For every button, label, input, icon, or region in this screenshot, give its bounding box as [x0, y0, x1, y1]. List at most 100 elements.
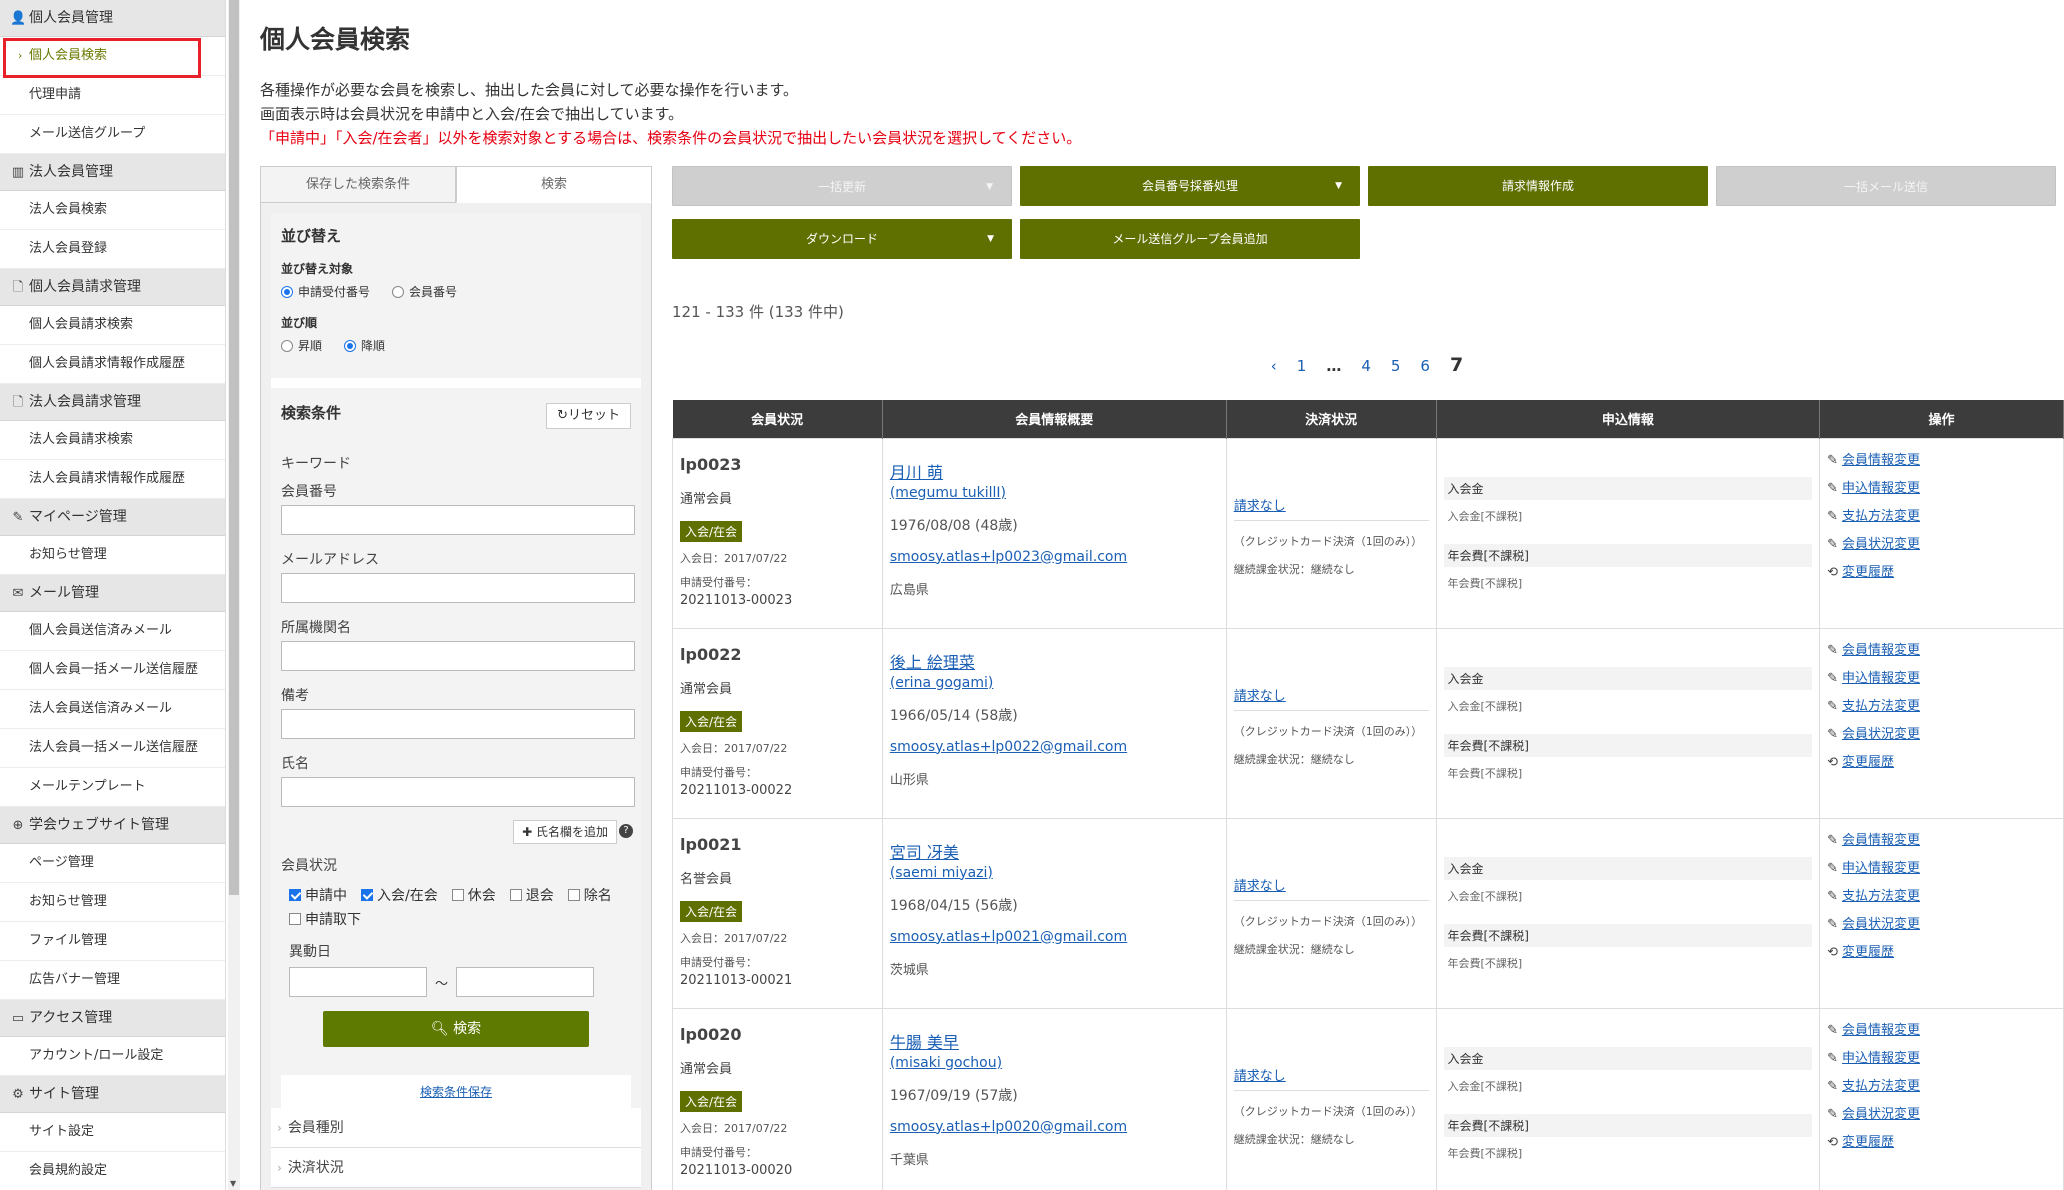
- checkbox-box[interactable]: [289, 913, 301, 925]
- member-status-checkbox[interactable]: 除名: [567, 885, 612, 905]
- sidebar-item[interactable]: メールテンプレート: [0, 768, 225, 807]
- create-invoice-button[interactable]: 請求情報作成: [1368, 166, 1708, 206]
- sidebar-section[interactable]: 👤 個人会員管理: [0, 0, 225, 37]
- member-status-checkbox[interactable]: 休会: [451, 885, 496, 905]
- operation-link[interactable]: ✎ 申込情報変更: [1827, 477, 2056, 496]
- sort-order-asc-radio[interactable]: 昇順: [281, 337, 322, 354]
- pager-page-link[interactable]: 5: [1391, 357, 1401, 375]
- sidebar-section[interactable]: ▥ 法人会員管理: [0, 154, 225, 191]
- member-status-checkbox[interactable]: 申請中: [289, 885, 347, 905]
- sidebar-item[interactable]: 個人会員送信済みメール: [0, 612, 225, 651]
- sidebar-item[interactable]: 法人会員一括メール送信履歴: [0, 729, 225, 768]
- sidebar-section[interactable]: ⊕ 学会ウェブサイト管理: [0, 807, 225, 844]
- change-date-from-input[interactable]: [289, 967, 427, 997]
- member-status-checkbox[interactable]: 申請取下: [289, 909, 361, 929]
- operation-link[interactable]: ✎ 会員状況変更: [1827, 723, 2056, 742]
- sort-target-receipt-no-radio[interactable]: 申請受付番号: [281, 283, 370, 300]
- sidebar-section[interactable]: ▭ アクセス管理: [0, 1000, 225, 1037]
- sidebar-item[interactable]: 法人会員登録: [0, 230, 225, 269]
- add-mail-group-member-button[interactable]: メール送信グループ会員追加: [1020, 219, 1360, 259]
- tab-saved-conditions[interactable]: 保存した検索条件: [260, 166, 456, 203]
- member-status-checkbox[interactable]: 退会: [509, 885, 554, 905]
- sort-order-desc-radio[interactable]: 降順: [344, 337, 385, 354]
- pager-prev-icon[interactable]: ‹: [1271, 357, 1277, 375]
- invoice-link[interactable]: 請求なし: [1234, 495, 1429, 514]
- sidebar-item[interactable]: 代理申請: [0, 76, 225, 115]
- member-status-checkbox[interactable]: 入会/在会: [361, 885, 438, 905]
- sidebar-section[interactable]: ⚙ サイト管理: [0, 1076, 225, 1113]
- member-name-romaji-link[interactable]: (megumu tukillI): [890, 485, 1219, 501]
- operation-link[interactable]: ✎ 会員状況変更: [1827, 1103, 2056, 1122]
- member-name-link[interactable]: 月川 萌: [890, 459, 1219, 483]
- scroll-down-arrow-icon[interactable]: ▼: [230, 1179, 236, 1188]
- member-email-link[interactable]: smoosy.atlas+lp0022@gmail.com: [890, 739, 1219, 755]
- operation-link[interactable]: ✎ 支払方法変更: [1827, 695, 2056, 714]
- name-input[interactable]: [281, 777, 635, 807]
- invoice-link[interactable]: 請求なし: [1234, 875, 1429, 894]
- sidebar-item[interactable]: 会員規約設定: [0, 1152, 225, 1190]
- sidebar-item[interactable]: › 個人会員検索: [0, 37, 225, 76]
- member-email-link[interactable]: smoosy.atlas+lp0023@gmail.com: [890, 549, 1219, 565]
- change-date-to-input[interactable]: [456, 967, 595, 997]
- sidebar-section[interactable]: ✎ マイページ管理: [0, 499, 225, 536]
- sidebar-item[interactable]: 個人会員請求検索: [0, 306, 225, 345]
- help-icon[interactable]: ?: [619, 824, 633, 838]
- operation-link[interactable]: ✎ 会員状況変更: [1827, 533, 2056, 552]
- invoice-link[interactable]: 請求なし: [1234, 1065, 1429, 1084]
- checkbox-box[interactable]: [567, 889, 580, 901]
- sidebar-scrollbar[interactable]: ▼: [228, 0, 240, 1190]
- operation-link[interactable]: ⟲ 変更履歴: [1827, 751, 2056, 770]
- radio-dot[interactable]: [392, 285, 405, 298]
- radio-dot[interactable]: [281, 285, 293, 298]
- sidebar-item[interactable]: 法人会員送信済みメール: [0, 690, 225, 729]
- sidebar-section[interactable]: 🗋 個人会員請求管理: [0, 269, 225, 306]
- member-email-link[interactable]: smoosy.atlas+lp0020@gmail.com: [890, 1119, 1219, 1135]
- operation-link[interactable]: ⟲ 変更履歴: [1827, 561, 2056, 580]
- add-name-field-button[interactable]: ✚ 氏名欄を追加: [513, 820, 617, 844]
- operation-link[interactable]: ✎ 会員情報変更: [1827, 1019, 2056, 1038]
- operation-link[interactable]: ✎ 申込情報変更: [1827, 857, 2056, 876]
- tab-search[interactable]: 検索: [456, 166, 652, 203]
- sidebar-item[interactable]: お知らせ管理: [0, 883, 225, 922]
- member-no-input[interactable]: [281, 505, 635, 535]
- checkbox-box[interactable]: [289, 889, 301, 901]
- member-name-link[interactable]: 後上 絵理菜: [890, 649, 1219, 673]
- accordion-member-type[interactable]: › 会員種別: [271, 1108, 641, 1148]
- save-conditions-link[interactable]: 検索条件保存: [281, 1075, 631, 1109]
- sidebar-section[interactable]: ✉ メール管理: [0, 575, 225, 612]
- sidebar-scroll-thumb[interactable]: [229, 0, 239, 895]
- sidebar-item[interactable]: ファイル管理: [0, 922, 225, 961]
- operation-link[interactable]: ✎ 支払方法変更: [1827, 505, 2056, 524]
- member-email-link[interactable]: smoosy.atlas+lp0021@gmail.com: [890, 929, 1219, 945]
- sidebar-section[interactable]: 🗋 法人会員請求管理: [0, 384, 225, 421]
- sidebar-item[interactable]: お知らせ管理: [0, 536, 225, 575]
- reset-button[interactable]: ↻リセット: [546, 403, 631, 429]
- operation-link[interactable]: ✎ 会員情報変更: [1827, 639, 2056, 658]
- sidebar-item[interactable]: 個人会員請求情報作成履歴: [0, 345, 225, 384]
- operation-link[interactable]: ✎ 支払方法変更: [1827, 1075, 2056, 1094]
- sidebar-item[interactable]: 個人会員一括メール送信履歴: [0, 651, 225, 690]
- sidebar-item[interactable]: 法人会員請求検索: [0, 421, 225, 460]
- invoice-link[interactable]: 請求なし: [1234, 685, 1429, 704]
- pager-page-link[interactable]: 6: [1420, 357, 1430, 375]
- sidebar-item[interactable]: 法人会員検索: [0, 191, 225, 230]
- member-name-romaji-link[interactable]: (misaki gochou): [890, 1055, 1219, 1071]
- member-name-link[interactable]: 宮司 冴美: [890, 839, 1219, 863]
- sidebar-item[interactable]: アカウント/ロール設定: [0, 1037, 225, 1076]
- operation-link[interactable]: ⟲ 変更履歴: [1827, 1131, 2056, 1150]
- assign-member-no-button[interactable]: 会員番号採番処理 ▼: [1020, 166, 1360, 206]
- sidebar-item[interactable]: 法人会員請求情報作成履歴: [0, 460, 225, 499]
- bulk-update-button[interactable]: 一括更新 ▼: [672, 166, 1012, 206]
- organization-input[interactable]: [281, 641, 635, 671]
- radio-dot[interactable]: [281, 339, 293, 352]
- sidebar-item[interactable]: メール送信グループ: [0, 115, 225, 154]
- operation-link[interactable]: ✎ 申込情報変更: [1827, 1047, 2056, 1066]
- accordion-payment-status[interactable]: › 決済状況: [271, 1148, 641, 1188]
- operation-link[interactable]: ✎ 申込情報変更: [1827, 667, 2056, 686]
- checkbox-box[interactable]: [451, 889, 464, 901]
- operation-link[interactable]: ⟲ 変更履歴: [1827, 941, 2056, 960]
- member-name-romaji-link[interactable]: (saemi miyazi): [890, 865, 1219, 881]
- operation-link[interactable]: ✎ 会員状況変更: [1827, 913, 2056, 932]
- sidebar-item[interactable]: 広告バナー管理: [0, 961, 225, 1000]
- operation-link[interactable]: ✎ 会員情報変更: [1827, 449, 2056, 468]
